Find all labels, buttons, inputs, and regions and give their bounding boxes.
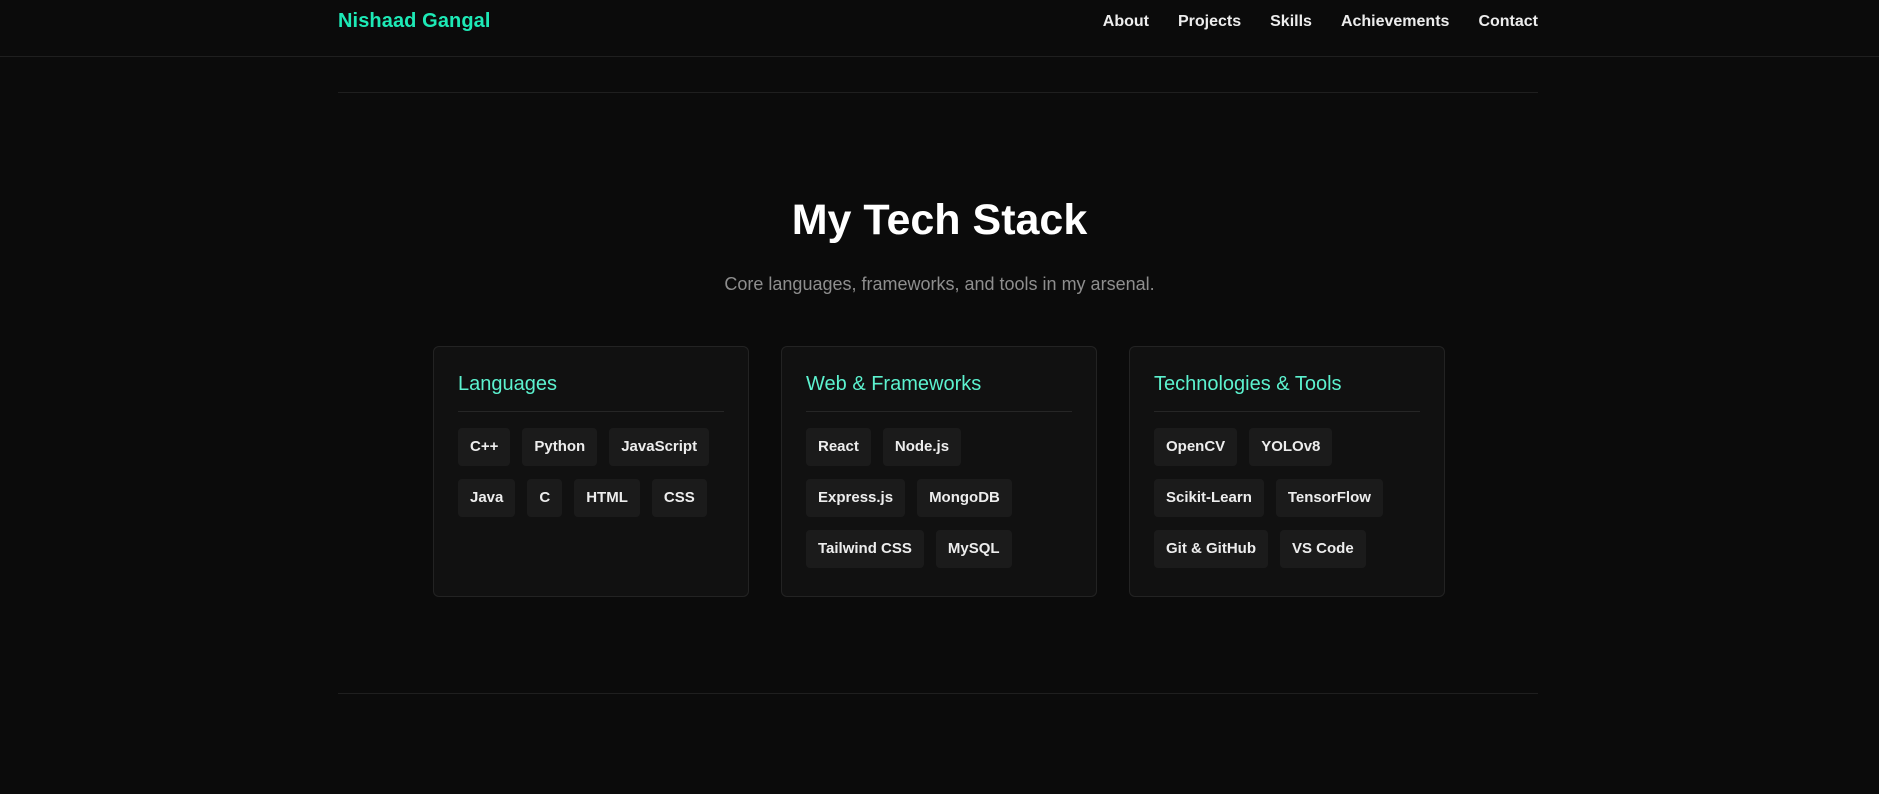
skill-chip: C xyxy=(527,479,563,517)
tech-stack-cards: Languages C++ Python JavaScript Java C H… xyxy=(433,346,1445,597)
main-nav: About Projects Skills Achievements Conta… xyxy=(1103,13,1538,31)
chip-list: React Node.js Express.js MongoDB Tailwin… xyxy=(806,428,1072,568)
skill-chip: C++ xyxy=(458,428,511,466)
skill-chip: Java xyxy=(458,479,516,517)
nav-contact-link[interactable]: Contact xyxy=(1478,13,1538,31)
card-title: Languages xyxy=(458,373,724,412)
skill-chip: Git & GitHub xyxy=(1154,530,1268,568)
nav-about-link[interactable]: About xyxy=(1103,13,1149,31)
section-subtitle: Core languages, frameworks, and tools in… xyxy=(724,274,1155,294)
skill-chip: Express.js xyxy=(806,479,906,517)
skill-chip: MongoDB xyxy=(917,479,1012,517)
chip-list: OpenCV YOLOv8 Scikit-Learn TensorFlow Gi… xyxy=(1154,428,1420,568)
skill-chip: CSS xyxy=(651,479,707,517)
card-web-frameworks: Web & Frameworks React Node.js Express.j… xyxy=(781,346,1097,597)
nav-projects-link[interactable]: Projects xyxy=(1178,13,1241,31)
skill-chip: OpenCV xyxy=(1154,428,1238,466)
skill-chip: Python xyxy=(522,428,598,466)
brand-logo-link[interactable]: Nishaad Gangal xyxy=(338,10,491,33)
skill-chip: React xyxy=(806,428,871,466)
card-languages: Languages C++ Python JavaScript Java C H… xyxy=(433,346,749,597)
section-title: My Tech Stack xyxy=(791,196,1088,244)
skill-chip: MySQL xyxy=(935,530,1012,568)
card-title: Web & Frameworks xyxy=(806,373,1072,412)
skill-chip: Scikit-Learn xyxy=(1154,479,1264,517)
skill-chip: TensorFlow xyxy=(1275,479,1383,517)
section-divider-top xyxy=(338,92,1538,93)
skill-chip: Tailwind CSS xyxy=(806,530,924,568)
skill-chip: YOLOv8 xyxy=(1249,428,1333,466)
section-divider-bottom xyxy=(338,693,1538,694)
skill-chip: Node.js xyxy=(882,428,962,466)
card-technologies-tools: Technologies & Tools OpenCV YOLOv8 Sciki… xyxy=(1129,346,1445,597)
skill-chip: VS Code xyxy=(1280,530,1366,568)
site-header: Nishaad Gangal About Projects Skills Ach… xyxy=(0,0,1879,57)
skill-chip: HTML xyxy=(574,479,640,517)
card-title: Technologies & Tools xyxy=(1154,373,1420,412)
nav-achievements-link[interactable]: Achievements xyxy=(1341,13,1450,31)
nav-skills-link[interactable]: Skills xyxy=(1270,13,1312,31)
skill-chip: JavaScript xyxy=(609,428,710,466)
chip-list: C++ Python JavaScript Java C HTML CSS xyxy=(458,428,724,517)
